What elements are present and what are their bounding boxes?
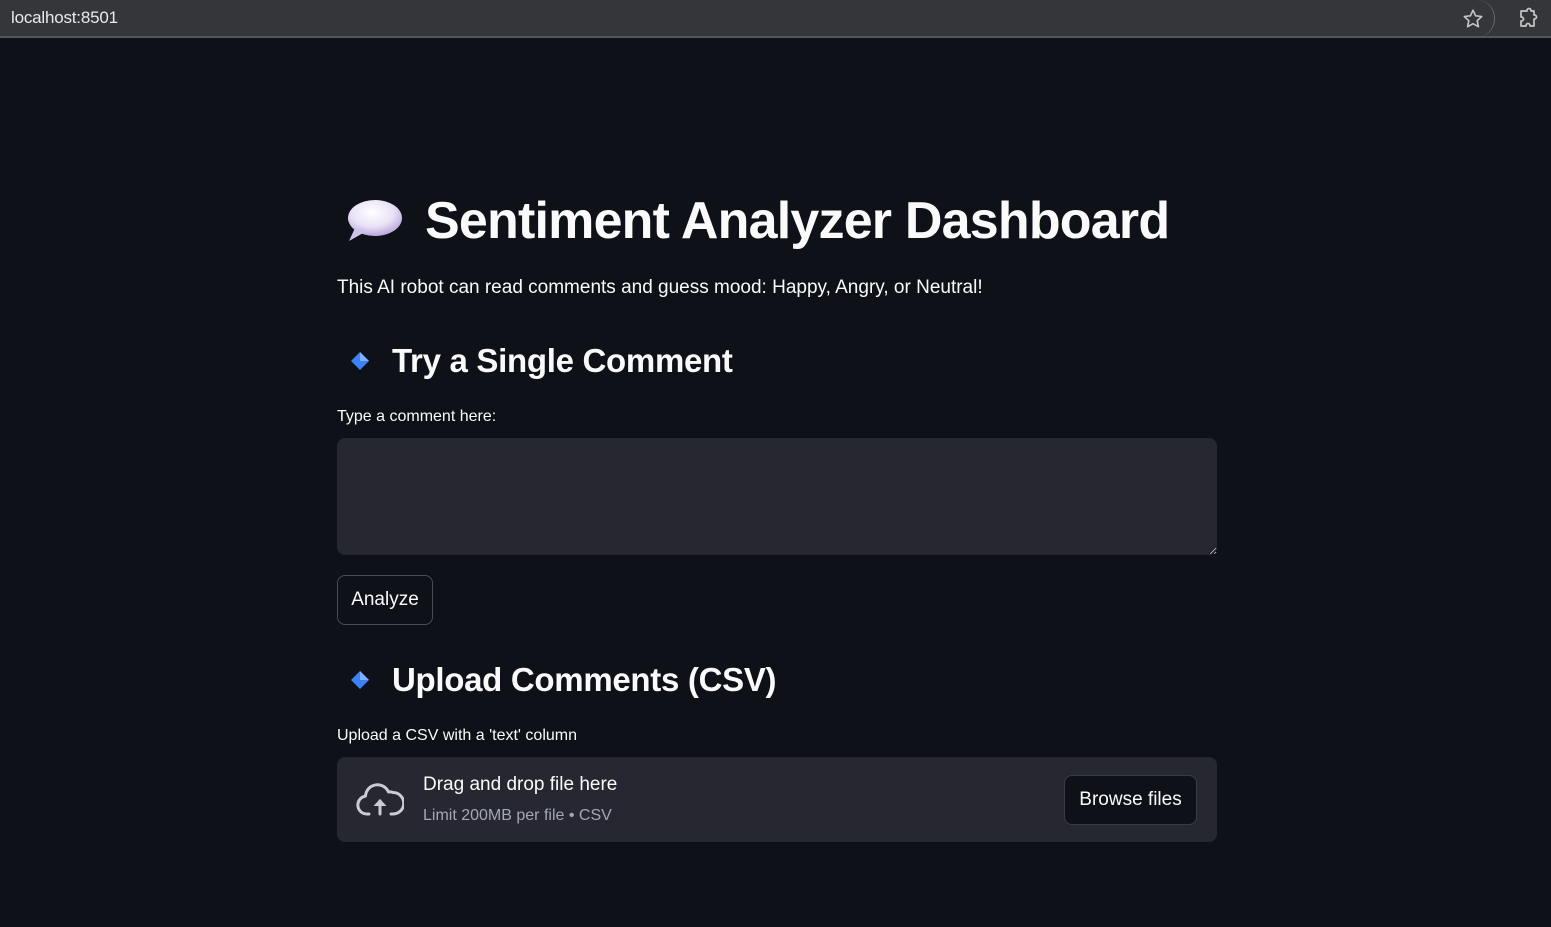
section-title: Try a Single Comment (392, 342, 733, 379)
browse-files-button[interactable]: Browse files (1064, 775, 1197, 825)
comment-input-label: Type a comment here: (337, 408, 497, 425)
comment-textarea[interactable] (337, 438, 1217, 555)
section-title: Upload Comments (CSV) (392, 661, 777, 698)
page-header: Sentiment Analyzer Dashboard (345, 190, 1170, 252)
star-icon[interactable] (1461, 7, 1485, 31)
file-dropzone[interactable]: Drag and drop file here Limit 200MB per … (337, 757, 1217, 842)
speech-balloon-icon (348, 200, 402, 241)
extensions-icon[interactable] (1515, 7, 1539, 31)
page-title: Sentiment Analyzer Dashboard (425, 192, 1170, 250)
page-description: This AI robot can read comments and gues… (337, 277, 983, 298)
upload-label: Upload a CSV with a 'text' column (337, 727, 577, 744)
section-single-comment-heading: Try a Single Comment (350, 342, 733, 380)
dropzone-title: Drag and drop file here (423, 774, 618, 795)
analyze-button[interactable]: Analyze (337, 575, 433, 625)
main-content: Sentiment Analyzer Dashboard This AI rob… (337, 0, 1217, 927)
section-upload-heading: Upload Comments (CSV) (350, 661, 777, 699)
address-bar-url[interactable]: localhost:8501 (11, 8, 118, 28)
cloud-upload-icon (356, 783, 404, 816)
diamond-icon (351, 352, 369, 370)
diamond-icon (351, 671, 369, 689)
dropzone-hint: Limit 200MB per file • CSV (423, 807, 612, 824)
